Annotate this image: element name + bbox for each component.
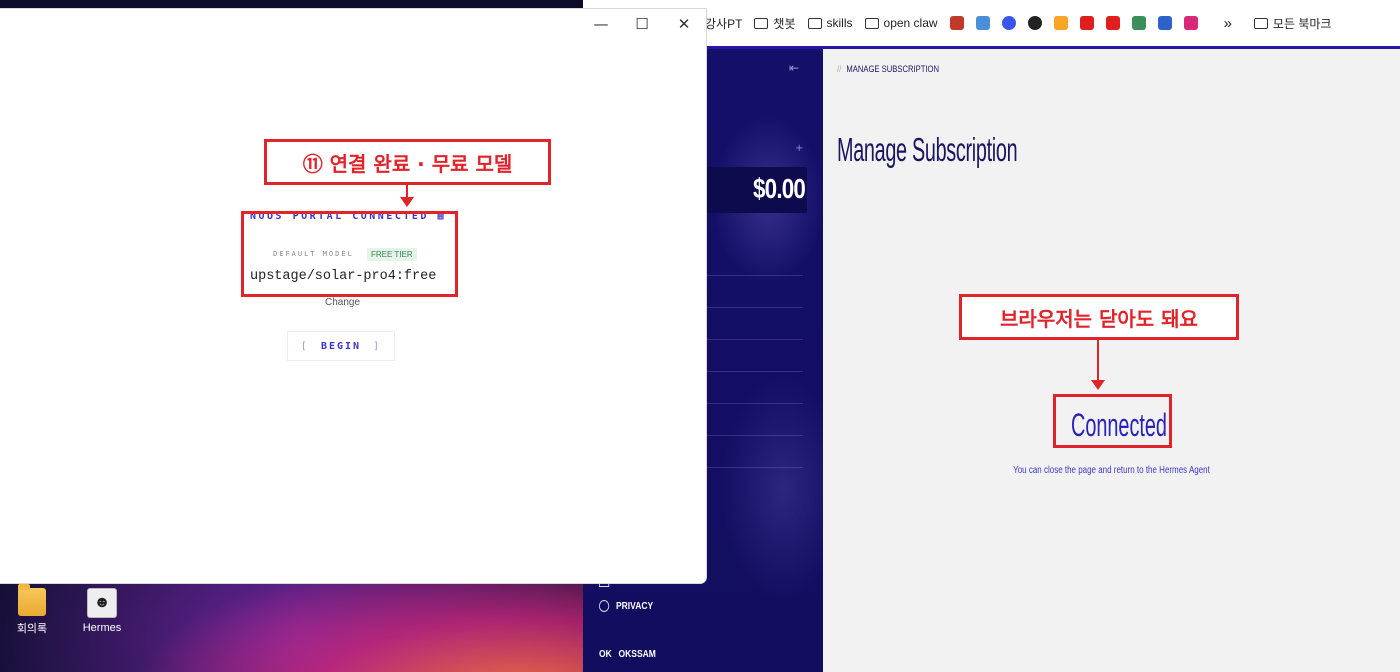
sidebar-divider [703,275,803,276]
sidebar-divider [703,339,803,340]
folder-icon [1253,17,1268,29]
bookmarks-overflow-button[interactable]: » [1224,15,1232,32]
wordpress-icon[interactable] [1001,16,1016,30]
maximize-button[interactable]: ☐ [632,15,652,33]
breadcrumb: //MANAGE SUBSCRIPTION [837,64,940,74]
desktop-icon-meeting-notes[interactable]: 회의록 [1,584,63,636]
collapse-sidebar-icon[interactable]: ⇤ [789,61,799,75]
user-name: OKSSAM [618,649,656,660]
begin-button[interactable]: [ BEGIN ] [287,331,395,361]
user-initials: OK [599,649,612,660]
bookmark-favicon-icon[interactable] [949,16,964,30]
annotation-arrow [1091,340,1105,390]
sidebar-divider [703,435,803,436]
annotation-browser-label: 브라우저는 닫아도 돼요 [959,294,1239,340]
desktop-icon-hermes[interactable]: ☻ Hermes [71,588,133,634]
bookmark-gangsa-pt[interactable]: 강사PT [705,15,742,32]
bookmark-favicon-icon[interactable] [1157,16,1172,30]
minimize-button[interactable]: — [591,15,611,33]
sidebar-user-account[interactable]: OK OKSSAM [599,649,656,660]
sidebar-item-privacy[interactable]: PRIVACY [599,600,653,612]
slack-icon[interactable] [1131,16,1146,30]
instagram-icon[interactable] [1183,16,1198,30]
close-page-note: You can close the page and return to the… [1013,465,1210,476]
add-credits-icon[interactable]: + [795,143,803,154]
begin-label: BEGIN [320,340,362,352]
folder-icon [807,17,822,29]
annotation-step-label: ⑪ 연결 완료 · 무료 모델 [264,139,551,185]
folder-icon [18,584,46,616]
change-model-link[interactable]: Change [325,297,360,308]
desktop-icon-label: Hermes [82,622,122,634]
sidebar-divider [703,403,803,404]
annotation-highlight-portal [241,211,458,297]
page-title: Manage Subscription [837,131,1018,168]
sidebar-divider [703,467,803,468]
annotation-arrow [400,185,414,207]
bookmark-all-bookmarks-folder[interactable]: 모든 북마크 [1253,15,1331,32]
balance-amount: $0.00 [753,173,806,204]
sidebar-divider [703,371,803,372]
folder-icon [754,17,769,29]
desktop-icon-label: 회의록 [16,623,48,635]
bookmark-skills-folder[interactable]: skills [807,16,853,30]
portal-main: //MANAGE SUBSCRIPTION Manage Subscriptio… [823,49,1400,672]
sidebar-divider [703,307,803,308]
youtube-icon[interactable] [1105,16,1120,30]
airtable-icon[interactable] [1053,16,1068,30]
shield-icon [599,600,610,612]
bookmark-favicon-icon[interactable] [975,16,990,30]
hermes-app-icon: ☻ [87,588,117,618]
youtube-icon[interactable] [1079,16,1094,30]
annotation-highlight-connected [1053,394,1172,448]
wordpress-icon[interactable] [1027,16,1042,30]
bookmark-open-claw-folder[interactable]: open claw [864,16,938,30]
bookmark-chatbot-folder[interactable]: 챗봇 [754,15,796,32]
folder-icon [864,17,879,29]
close-button[interactable]: ✕ [674,15,694,33]
